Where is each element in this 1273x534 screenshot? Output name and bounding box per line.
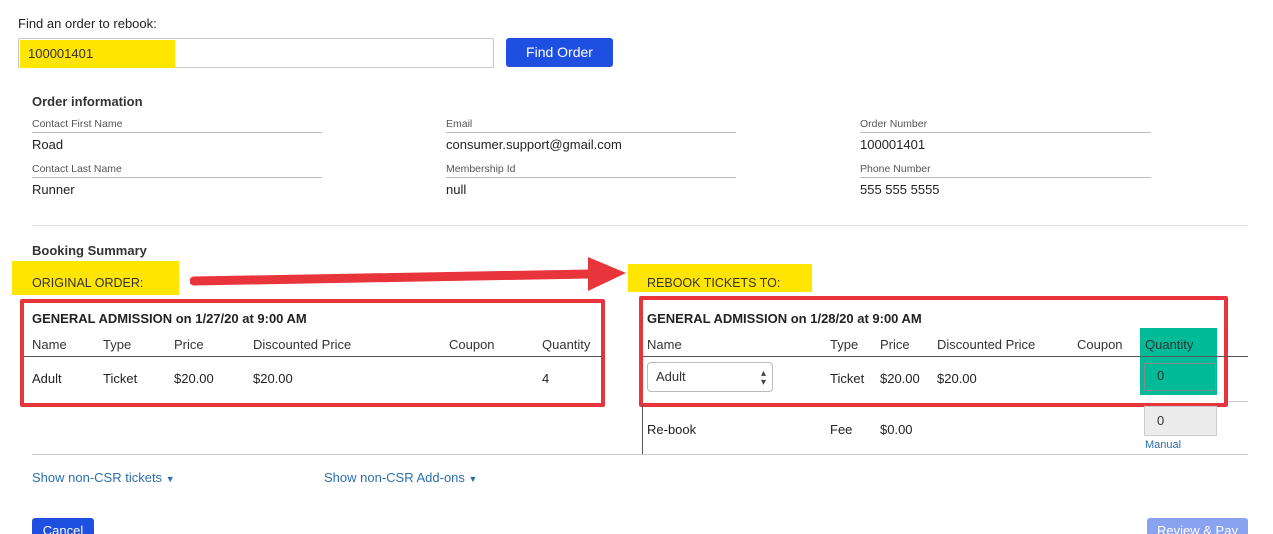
- email-underline: [446, 132, 736, 133]
- rebook-event-title: GENERAL ADMISSION on 1/28/20 at 9:00 AM: [647, 311, 922, 326]
- original-col-price: Price: [174, 337, 204, 352]
- rebook-col-price: Price: [880, 337, 910, 352]
- phone-value: 555 555 5555: [860, 182, 940, 197]
- rebook-header-line: [643, 356, 1248, 357]
- phone-underline: [860, 177, 1151, 178]
- rebook-col-type: Type: [830, 337, 859, 352]
- show-addons-label: Show non-CSR Add-ons: [324, 470, 465, 485]
- last-name-value: Runner: [32, 182, 75, 197]
- show-non-csr-tickets-link[interactable]: Show non-CSR tickets ▼: [32, 470, 175, 485]
- original-col-type: Type: [103, 337, 132, 352]
- select-updown-icon: ▴ ▾: [760, 368, 766, 388]
- rebook-col-coupon: Coupon: [1077, 337, 1123, 352]
- original-header-line: [24, 356, 602, 357]
- membership-underline: [446, 177, 736, 178]
- order-number-underline: [860, 132, 1151, 133]
- find-order-prompt: Find an order to rebook:: [18, 16, 157, 31]
- booking-summary-title: Booking Summary: [32, 243, 147, 258]
- original-row-price: $20.00: [174, 371, 214, 386]
- original-row-name: Adult: [32, 371, 62, 386]
- manual-link[interactable]: Manual: [1145, 439, 1181, 451]
- original-col-discounted: Discounted Price: [253, 337, 352, 352]
- first-name-underline: [32, 132, 322, 133]
- rebook-col-name: Name: [647, 337, 682, 352]
- phone-label: Phone Number: [860, 163, 931, 175]
- rebook-row-line: [1228, 401, 1248, 402]
- rebook-to-label: REBOOK TICKETS TO:: [647, 276, 781, 290]
- first-name-label: Contact First Name: [32, 118, 123, 130]
- fee-row-price: $0.00: [880, 422, 913, 437]
- original-row-quantity: 4: [542, 371, 550, 386]
- annotation-arrow-icon: [190, 257, 626, 291]
- show-tickets-label: Show non-CSR tickets: [32, 470, 163, 485]
- find-order-button[interactable]: Find Order: [506, 38, 613, 67]
- show-non-csr-addons-link[interactable]: Show non-CSR Add-ons ▼: [324, 470, 477, 485]
- fee-quantity-input[interactable]: 0: [1144, 406, 1217, 436]
- last-name-underline: [32, 177, 322, 178]
- order-info-title: Order information: [32, 94, 143, 109]
- rebook-col-quantity: Quantity: [1145, 337, 1194, 352]
- section-divider: [32, 225, 1248, 226]
- table-bottom-divider: [32, 454, 1248, 455]
- cancel-button[interactable]: Cancel: [32, 518, 94, 534]
- order-search-input[interactable]: [20, 40, 490, 66]
- fee-row-name: Re-book: [647, 422, 697, 437]
- original-col-coupon: Coupon: [449, 337, 495, 352]
- rebook-row-price: $20.00: [880, 371, 920, 386]
- rebook-vertical-line: [642, 405, 643, 455]
- order-number-value: 100001401: [860, 137, 926, 152]
- rebook-quantity-input[interactable]: 0: [1144, 363, 1216, 391]
- rebook-col-discounted: Discounted Price: [937, 337, 1036, 352]
- original-row-type: Ticket: [103, 371, 138, 386]
- membership-value: null: [446, 182, 467, 197]
- rebook-row-discounted: $20.00: [937, 371, 977, 386]
- ticket-type-select-value: Adult: [656, 369, 686, 384]
- email-value: consumer.support@gmail.com: [446, 137, 622, 152]
- order-number-label: Order Number: [860, 118, 928, 130]
- review-and-pay-button[interactable]: Review & Pay: [1147, 518, 1248, 534]
- original-col-name: Name: [32, 337, 67, 352]
- first-name-value: Road: [32, 137, 64, 152]
- caret-down-icon: ▼: [165, 474, 175, 484]
- email-label: Email: [446, 118, 473, 130]
- original-col-quantity: Quantity: [542, 337, 591, 352]
- original-event-title: GENERAL ADMISSION on 1/27/20 at 9:00 AM: [32, 311, 307, 326]
- last-name-label: Contact Last Name: [32, 163, 122, 175]
- rebook-row-type: Ticket: [830, 371, 865, 386]
- original-row-discounted: $20.00: [253, 371, 293, 386]
- original-order-label: ORIGINAL ORDER:: [32, 276, 144, 290]
- caret-down-icon: ▼: [468, 474, 478, 484]
- fee-row-type: Fee: [830, 422, 853, 437]
- ticket-type-select[interactable]: Adult ▴ ▾: [647, 362, 773, 392]
- membership-label: Membership Id: [446, 163, 516, 175]
